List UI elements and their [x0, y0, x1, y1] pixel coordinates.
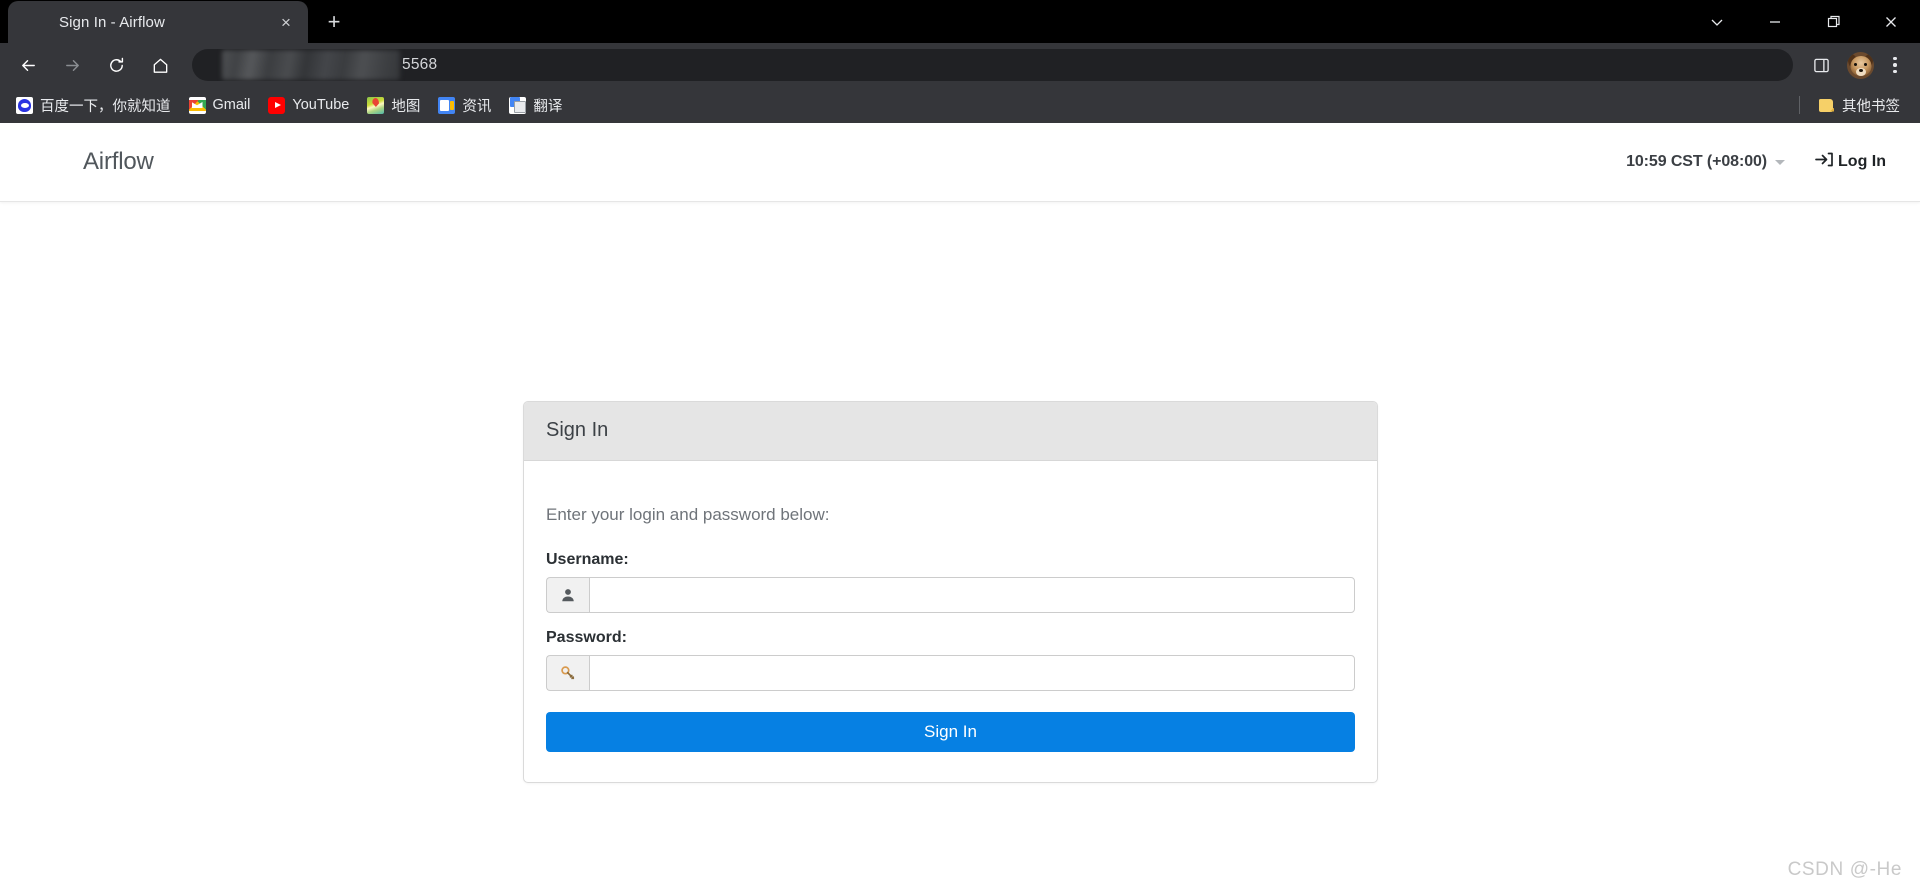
- maximize-icon[interactable]: [1804, 0, 1862, 43]
- bookmark-label: 资讯: [462, 98, 492, 115]
- bookmark-label: 地图: [391, 98, 421, 115]
- redacted-url-overlay: [222, 50, 400, 80]
- username-input[interactable]: [589, 577, 1355, 613]
- airflow-navbar: Airflow 10:59 CST (+08:00) Log In: [0, 123, 1920, 202]
- reload-icon[interactable]: [99, 48, 133, 82]
- airflow-pinwheel-icon: [36, 144, 72, 180]
- sign-in-card: Sign In Enter your login and password be…: [523, 401, 1378, 783]
- baidu-icon: [16, 96, 33, 114]
- forward-arrow-icon: [55, 48, 89, 82]
- password-input-group: [546, 655, 1355, 691]
- tab-search-icon[interactable]: [1688, 0, 1746, 43]
- username-input-group: [546, 577, 1355, 613]
- browser-window: Sign In - Airflow × + 5568 百度一下，你就知道 Gma…: [0, 0, 1920, 891]
- window-close-icon[interactable]: [1862, 0, 1920, 43]
- bookmark-youtube[interactable]: YouTube: [260, 91, 357, 119]
- airflow-pinwheel-icon: [30, 13, 48, 31]
- bookmark-label: YouTube: [292, 97, 350, 113]
- airflow-pinwheel-icon: [206, 57, 223, 74]
- key-icon: [546, 655, 589, 691]
- folder-icon: [1818, 97, 1835, 114]
- log-in-label: Log In: [1838, 153, 1886, 170]
- sign-in-submit-button[interactable]: Sign In: [546, 712, 1355, 752]
- url-text: 5568: [402, 56, 438, 73]
- close-icon[interactable]: ×: [274, 10, 298, 34]
- bookmarks-bar: 百度一下，你就知道 Gmail YouTube 地图 资讯 翻译 其他书签: [0, 87, 1920, 123]
- tab-title: Sign In - Airflow: [59, 13, 165, 31]
- tab-strip: Sign In - Airflow × +: [0, 0, 1920, 43]
- home-icon[interactable]: [143, 48, 177, 82]
- clock-label: 10:59 CST (+08:00): [1626, 153, 1768, 170]
- google-maps-icon: [367, 96, 385, 114]
- card-header-title: Sign In: [524, 402, 1377, 461]
- window-controls: [1688, 0, 1920, 43]
- form-intro-text: Enter your login and password below:: [546, 505, 830, 524]
- three-dot-menu-icon[interactable]: [1880, 48, 1910, 82]
- bookmark-label: 翻译: [533, 98, 563, 115]
- back-arrow-icon[interactable]: [11, 48, 45, 82]
- airflow-navbar-right: 10:59 CST (+08:00) Log In: [1626, 151, 1886, 173]
- password-label: Password:: [546, 629, 627, 646]
- username-label: Username:: [546, 551, 629, 568]
- timezone-selector[interactable]: 10:59 CST (+08:00): [1626, 153, 1786, 171]
- log-in-button[interactable]: Log In: [1815, 151, 1886, 173]
- gmail-icon: [188, 96, 206, 114]
- user-icon: [546, 577, 589, 613]
- watermark: CSDN @-He: [1787, 859, 1902, 880]
- browser-tab-active[interactable]: Sign In - Airflow ×: [8, 1, 308, 43]
- sign-in-form: Enter your login and password below: Use…: [524, 461, 1377, 782]
- google-news-icon: [438, 96, 456, 114]
- browser-toolbar: 5568: [0, 43, 1920, 87]
- bookmark-baidu[interactable]: 百度一下，你就知道: [8, 91, 179, 119]
- other-bookmarks-folder[interactable]: 其他书签: [1810, 91, 1908, 119]
- bookmark-maps[interactable]: 地图: [359, 91, 428, 119]
- login-arrow-icon: [1815, 151, 1835, 173]
- address-bar[interactable]: 5568: [192, 49, 1793, 81]
- page-viewport: Airflow 10:59 CST (+08:00) Log In Sign I…: [0, 123, 1920, 891]
- bookmark-news[interactable]: 资讯: [430, 91, 499, 119]
- bookmark-label: Gmail: [212, 97, 251, 113]
- bookmarks-divider: [1799, 96, 1800, 114]
- new-tab-button[interactable]: +: [318, 6, 350, 38]
- minimize-icon[interactable]: [1746, 0, 1804, 43]
- side-panel-icon[interactable]: [1804, 48, 1838, 82]
- bookmark-label: 百度一下，你就知道: [40, 98, 171, 115]
- youtube-icon: [268, 96, 286, 114]
- other-bookmarks-label: 其他书签: [1842, 98, 1900, 115]
- airflow-brand-label: Airflow: [83, 148, 154, 175]
- password-input[interactable]: [589, 655, 1355, 691]
- airflow-brand[interactable]: Airflow: [36, 144, 154, 180]
- google-translate-icon: [509, 96, 527, 114]
- chevron-down-icon: [1775, 159, 1786, 165]
- bookmark-gmail[interactable]: Gmail: [181, 91, 259, 119]
- profile-avatar[interactable]: [1847, 51, 1874, 79]
- bookmark-translate[interactable]: 翻译: [501, 91, 570, 119]
